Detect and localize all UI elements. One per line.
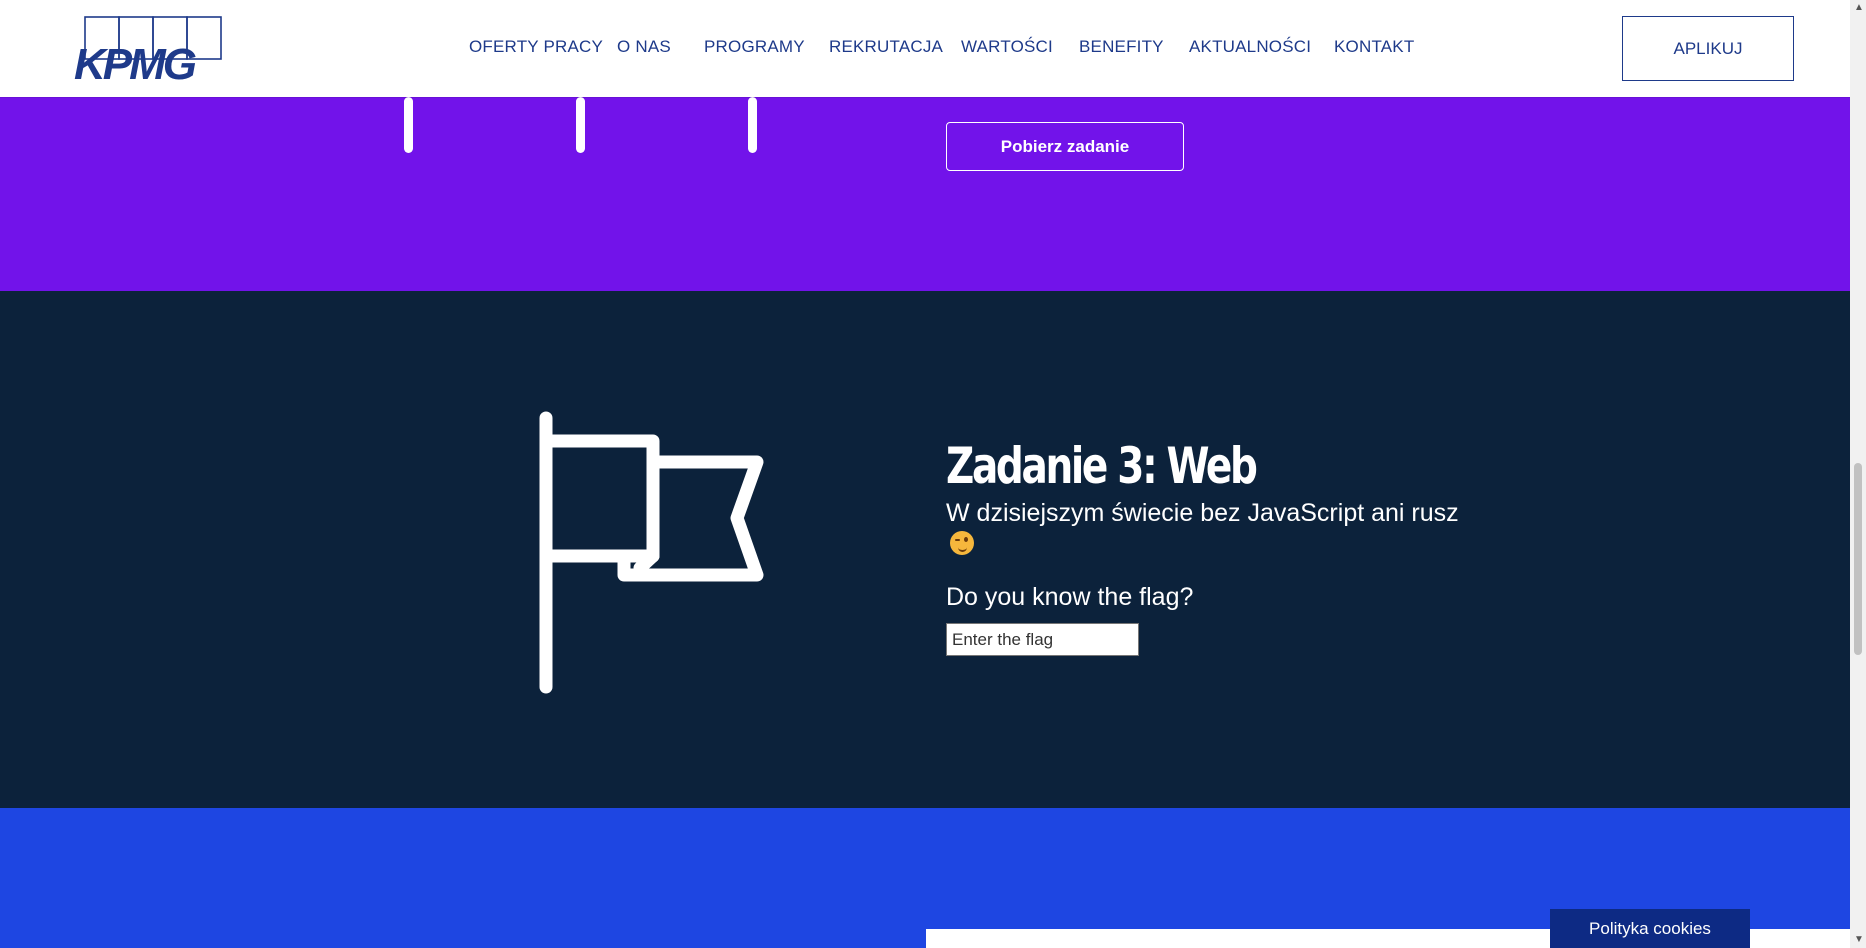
page-scrollbar[interactable]: ▲ ▼ [1850, 0, 1866, 948]
nav-wartosci[interactable]: WARTOŚCI [961, 37, 1053, 57]
flag-question: Do you know the flag? [946, 583, 1194, 611]
scrollbar-thumb[interactable] [1854, 463, 1862, 655]
nav-programy[interactable]: PROGRAMY [704, 37, 805, 57]
task-title: Zadanie 3: Web [946, 437, 1258, 495]
apply-button[interactable]: APLIKUJ [1622, 16, 1794, 81]
task-description: W dzisiejszym świecie bez JavaScript ani… [946, 499, 1459, 527]
previous-task-section: Pobierz zadanie [0, 97, 1850, 291]
nav-oferty-pracy[interactable]: OFERTY PRACY [469, 37, 603, 57]
main-nav: OFERTY PRACY O NAS PROGRAMY REKRUTACJA W… [0, 0, 1850, 97]
flag-input[interactable] [946, 623, 1139, 656]
decorative-bar [576, 97, 585, 153]
nav-kontakt[interactable]: KONTAKT [1334, 37, 1414, 57]
flag-icon [539, 411, 764, 694]
scroll-up-icon[interactable]: ▲ [1854, 2, 1864, 13]
decorative-bar [748, 97, 757, 153]
nav-aktualnosci[interactable]: AKTUALNOŚCI [1189, 37, 1311, 57]
cookies-policy-button[interactable]: Polityka cookies [1550, 909, 1750, 948]
download-task-button[interactable]: Pobierz zadanie [946, 122, 1184, 171]
nav-rekrutacja[interactable]: REKRUTACJA [829, 37, 943, 57]
winking-face-icon [950, 531, 974, 555]
task3-section [0, 291, 1850, 808]
scroll-down-icon[interactable]: ▼ [1854, 934, 1864, 945]
site-header: KPMG OFERTY PRACY O NAS PROGRAMY REKRUTA… [0, 0, 1850, 97]
decorative-bar [404, 97, 413, 153]
nav-o-nas[interactable]: O NAS [617, 37, 671, 57]
nav-benefity[interactable]: BENEFITY [1079, 37, 1164, 57]
